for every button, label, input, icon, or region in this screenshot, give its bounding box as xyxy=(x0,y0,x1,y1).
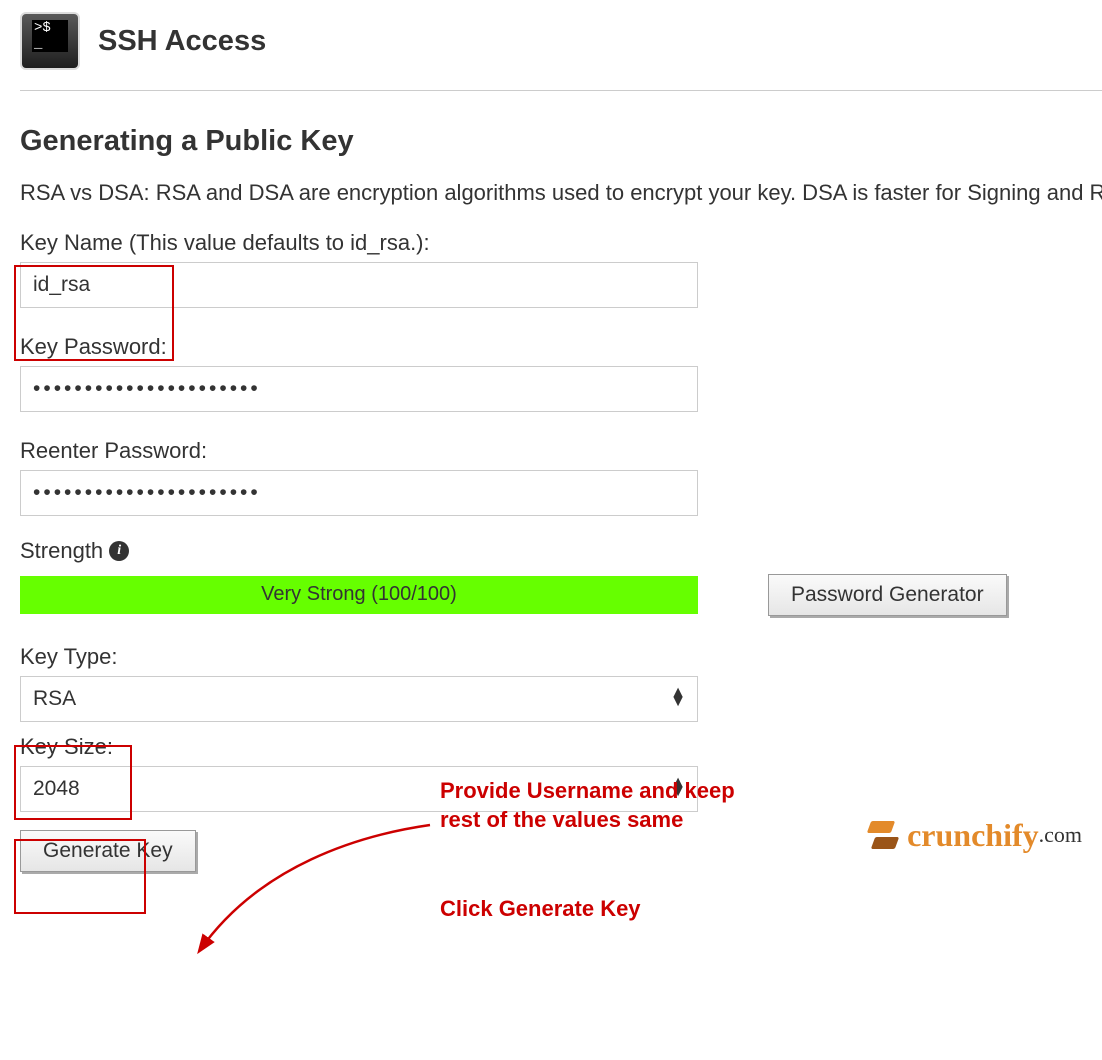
key-type-select[interactable] xyxy=(20,676,698,722)
reenter-password-input[interactable] xyxy=(20,470,698,516)
key-password-label: Key Password: xyxy=(20,334,167,360)
crunchify-logo: crunchify.com xyxy=(865,817,1082,854)
strength-meter: Very Strong (100/100) xyxy=(20,576,698,614)
key-size-label: Key Size: xyxy=(20,734,113,760)
info-icon[interactable]: i xyxy=(109,541,129,561)
reenter-password-label: Reenter Password: xyxy=(20,438,207,464)
annotation-text-2: Click Generate Key xyxy=(440,895,641,924)
key-name-label: Key Name (This value defaults to id_rsa.… xyxy=(20,230,430,256)
strength-text: Very Strong (100/100) xyxy=(261,583,457,606)
section-title: Generating a Public Key xyxy=(20,125,1102,158)
main-content: Generating a Public Key RSA vs DSA: RSA … xyxy=(20,125,1102,872)
generate-key-button[interactable]: Generate Key xyxy=(20,830,196,872)
terminal-icon: >$ _ xyxy=(20,12,80,70)
logo-icon xyxy=(865,821,899,849)
key-type-label: Key Type: xyxy=(20,644,117,670)
key-name-input[interactable] xyxy=(20,262,698,308)
strength-label: Strength xyxy=(20,538,103,564)
password-generator-button[interactable]: Password Generator xyxy=(768,574,1007,616)
section-description: RSA vs DSA: RSA and DSA are encryption a… xyxy=(20,178,1102,208)
key-size-select[interactable] xyxy=(20,766,698,812)
key-password-input[interactable] xyxy=(20,366,698,412)
page-title: SSH Access xyxy=(98,25,266,58)
